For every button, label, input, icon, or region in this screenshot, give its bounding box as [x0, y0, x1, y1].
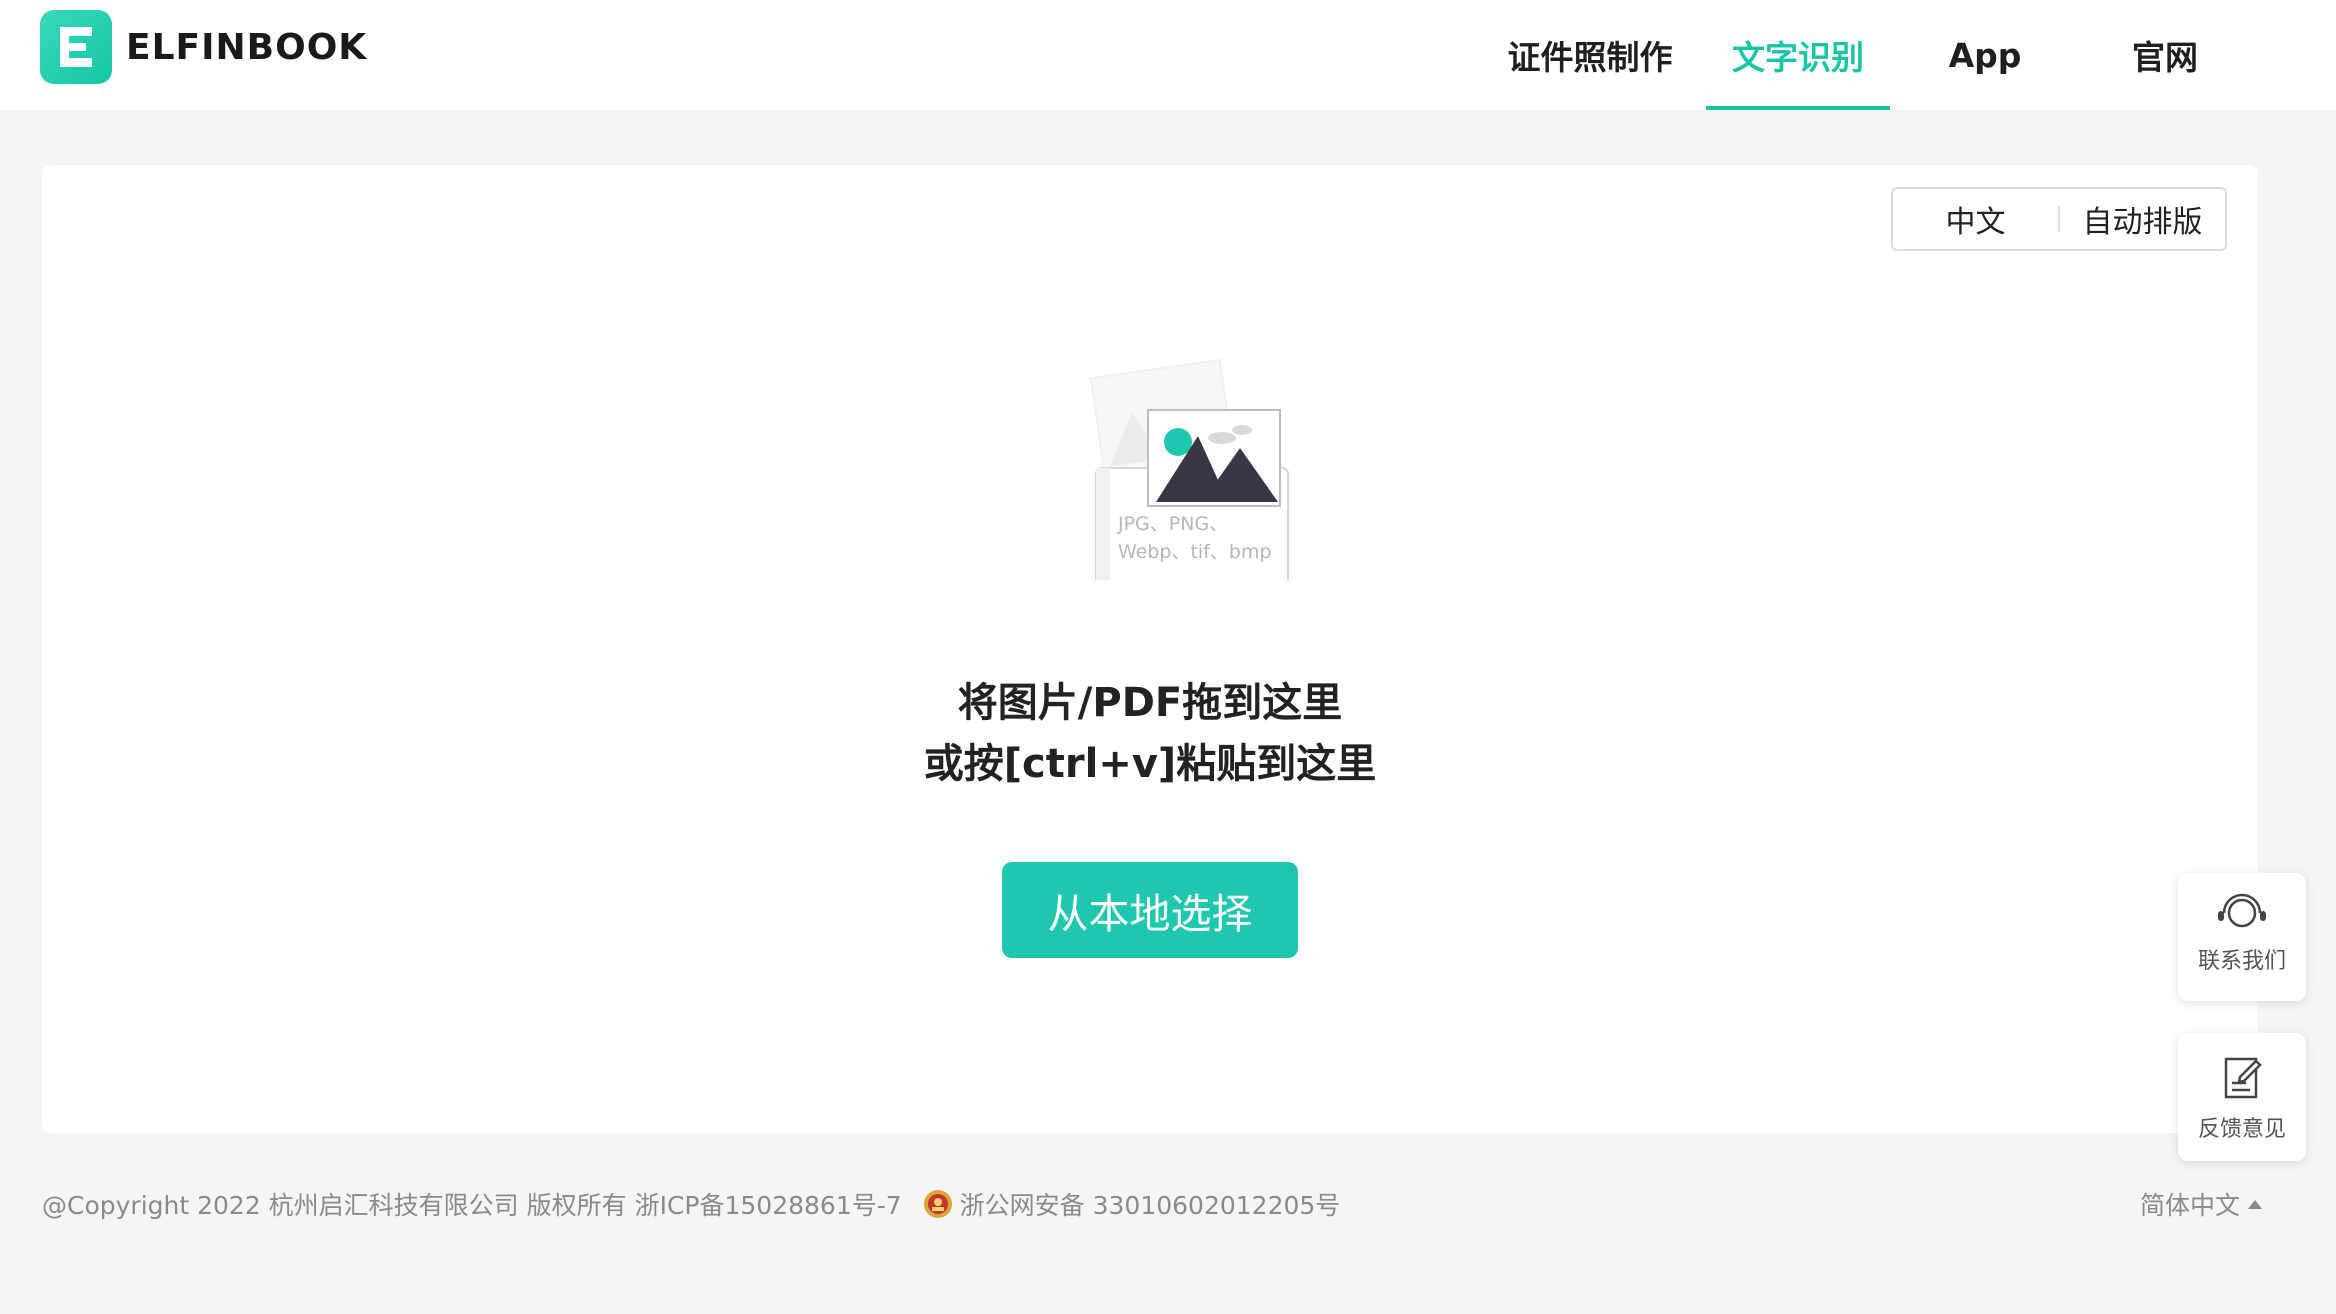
nav-app[interactable]: App — [1910, 0, 2060, 110]
ocr-options: 中文 自动排版 — [1891, 187, 2227, 251]
footer-info: @Copyright 2022 杭州启汇科技有限公司 版权所有 浙ICP备150… — [42, 1186, 1340, 1222]
copyright-text[interactable]: @Copyright 2022 杭州启汇科技有限公司 版权所有 浙ICP备150… — [42, 1186, 902, 1222]
feedback-button[interactable]: 反馈意见 — [2178, 1033, 2306, 1161]
contact-us-button[interactable]: 联系我们 — [2178, 873, 2306, 1001]
drop-prompt-line-1: 将图片/PDF拖到这里 — [957, 680, 1343, 726]
top-header: ELFINBOOK 证件照制作 文字识别 App 官网 — [0, 0, 2336, 110]
nav-id-photo[interactable]: 证件照制作 — [1498, 0, 1682, 110]
upload-illustration[interactable]: JPG、PNG、 Webp、tif、bmp — [1052, 350, 1292, 587]
elfinbook-logo-icon — [40, 10, 112, 84]
police-badge-icon — [923, 1190, 952, 1218]
supported-formats: JPG、PNG、 Webp、tif、bmp — [1118, 510, 1278, 566]
language-select[interactable]: 中文 — [1893, 197, 2058, 241]
select-local-file-button[interactable]: 从本地选择 — [1002, 862, 1298, 958]
formats-line-2: Webp、tif、bmp — [1118, 541, 1272, 563]
formats-line-1: JPG、PNG、 — [1118, 513, 1229, 535]
brand-name: ELFINBOOK — [126, 26, 368, 68]
caret-up-icon — [2248, 1199, 2263, 1209]
nav-official-site[interactable]: 官网 — [2090, 0, 2240, 110]
edit-note-icon — [2224, 1057, 2262, 1099]
police-record-text[interactable]: 浙公网安备 33010602012205号 — [960, 1186, 1341, 1222]
language-switcher[interactable]: 简体中文 — [2140, 1186, 2263, 1222]
feedback-label: 反馈意见 — [2197, 1117, 2286, 1142]
headset-icon — [2218, 893, 2266, 928]
layout-select[interactable]: 自动排版 — [2060, 197, 2225, 241]
nav-text-recognition[interactable]: 文字识别 — [1706, 0, 1890, 110]
brand-logo[interactable]: ELFINBOOK — [40, 10, 367, 84]
drop-prompt-line-2: 或按[ctrl+v]粘贴到这里 — [923, 741, 1377, 787]
upload-card: 中文 自动排版 JPG、PNG、 Webp、tif、bmp 将图片/PDF拖到这… — [42, 165, 2258, 1133]
language-label: 简体中文 — [2140, 1191, 2241, 1220]
contact-us-label: 联系我们 — [2197, 949, 2286, 974]
